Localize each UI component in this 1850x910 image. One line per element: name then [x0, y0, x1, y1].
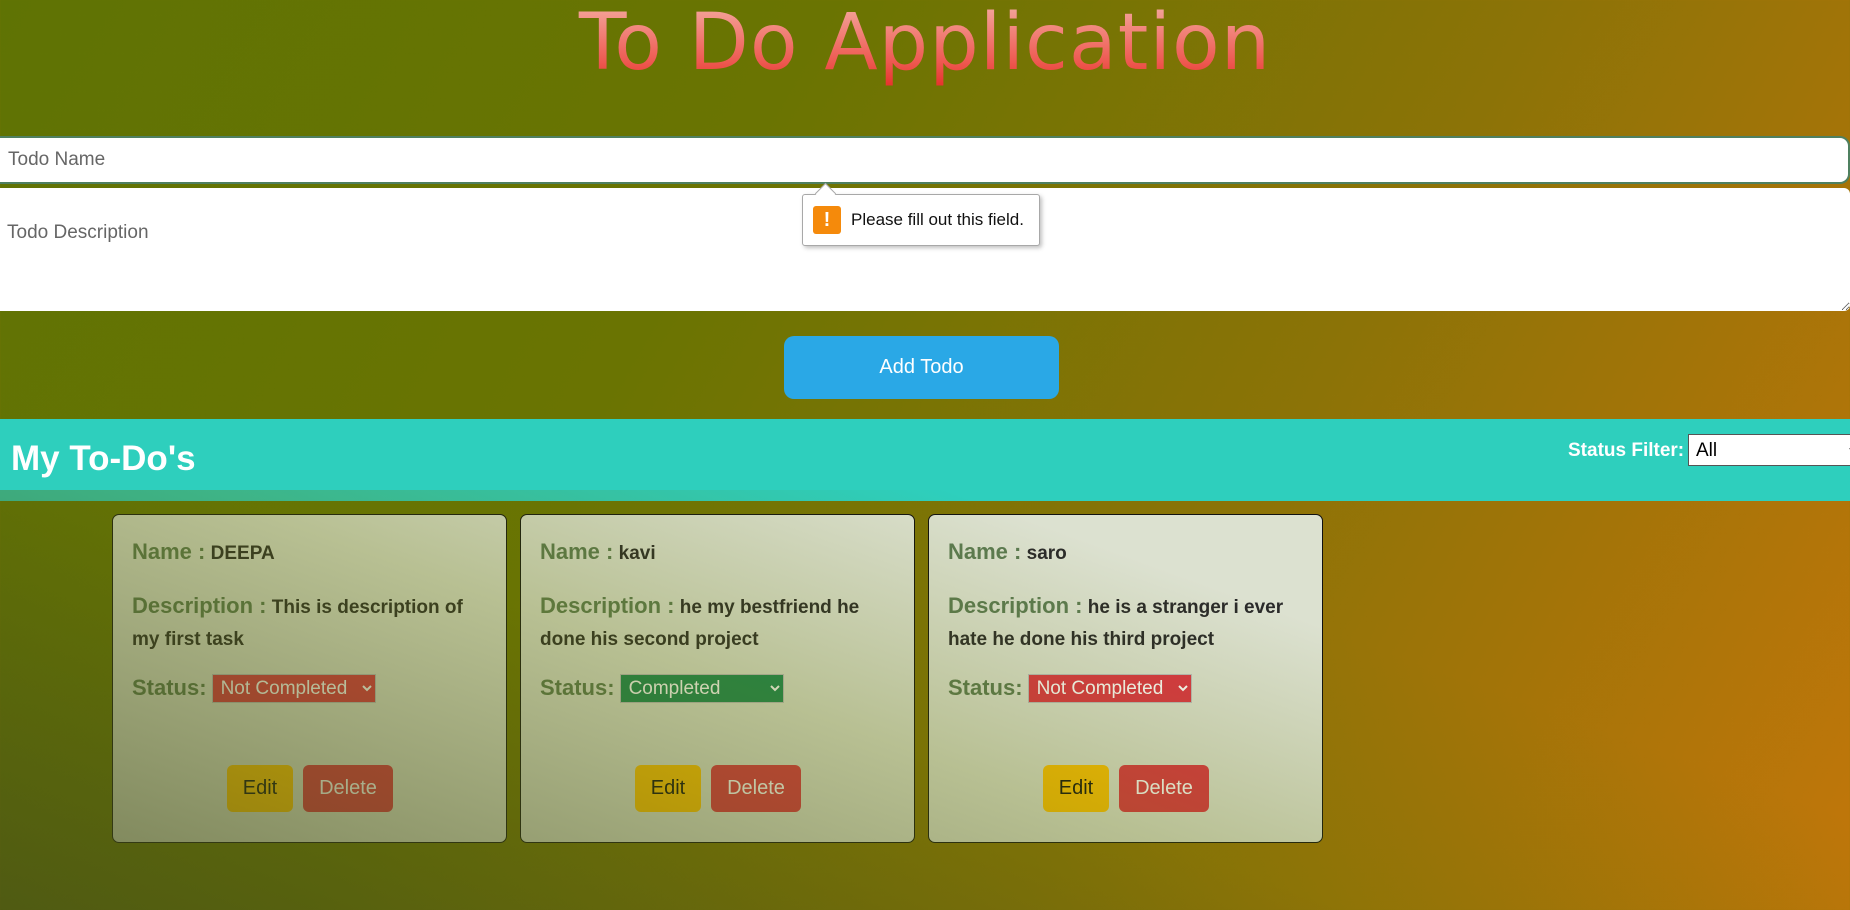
todo-name-row: Name : DEEPA: [132, 536, 487, 570]
edit-button[interactable]: Edit: [227, 765, 293, 812]
todo-name: DEEPA: [210, 543, 275, 564]
delete-button[interactable]: Delete: [303, 765, 393, 812]
status-select[interactable]: Not Completed: [211, 673, 376, 703]
list-title: My To-Do's: [11, 439, 196, 478]
name-label: Name :: [948, 539, 1022, 564]
todo-name-input[interactable]: [0, 136, 1850, 184]
todo-name-row: Name : kavi: [540, 536, 895, 570]
edit-button[interactable]: Edit: [635, 765, 701, 812]
name-label: Name :: [132, 539, 206, 564]
description-label: Description :: [948, 593, 1083, 618]
app-title: To Do Application: [0, 0, 1850, 88]
edit-button[interactable]: Edit: [1043, 765, 1109, 812]
delete-button[interactable]: Delete: [711, 765, 801, 812]
status-select[interactable]: Not Completed: [1027, 673, 1192, 703]
list-header: My To-Do's Status Filter: All: [0, 419, 1850, 501]
todo-status-row: Status: Completed: [540, 672, 895, 704]
validation-tooltip: ! Please fill out this field.: [802, 194, 1040, 246]
status-label: Status:: [948, 675, 1023, 700]
status-filter-label: Status Filter:: [1568, 440, 1685, 461]
status-label: Status:: [540, 675, 615, 700]
todo-status-row: Status: Not Completed: [132, 672, 487, 704]
todo-status-row: Status: Not Completed: [948, 672, 1303, 704]
description-label: Description :: [132, 593, 267, 618]
status-filter-select[interactable]: All: [1688, 434, 1850, 466]
description-label: Description :: [540, 593, 675, 618]
todo-card: Name : saro Description : he is a strang…: [928, 514, 1323, 843]
status-select[interactable]: Completed: [619, 673, 784, 703]
status-label: Status:: [132, 675, 207, 700]
todo-card: Name : DEEPA Description : This is descr…: [112, 514, 507, 843]
todo-description-row: Description : he is a stranger i ever ha…: [948, 590, 1303, 656]
todo-description-row: Description : This is description of my …: [132, 590, 487, 656]
todo-name-row: Name : saro: [948, 536, 1303, 570]
name-label: Name :: [540, 539, 614, 564]
delete-button[interactable]: Delete: [1119, 765, 1209, 812]
todo-card: Name : kavi Description : he my bestfrie…: [520, 514, 915, 843]
todo-name: kavi: [618, 543, 656, 564]
todo-description-row: Description : he my bestfriend he done h…: [540, 590, 895, 656]
add-todo-button[interactable]: Add Todo: [784, 336, 1059, 399]
warning-icon: !: [813, 206, 841, 234]
todo-name: saro: [1026, 543, 1067, 564]
validation-message: Please fill out this field.: [851, 210, 1024, 229]
